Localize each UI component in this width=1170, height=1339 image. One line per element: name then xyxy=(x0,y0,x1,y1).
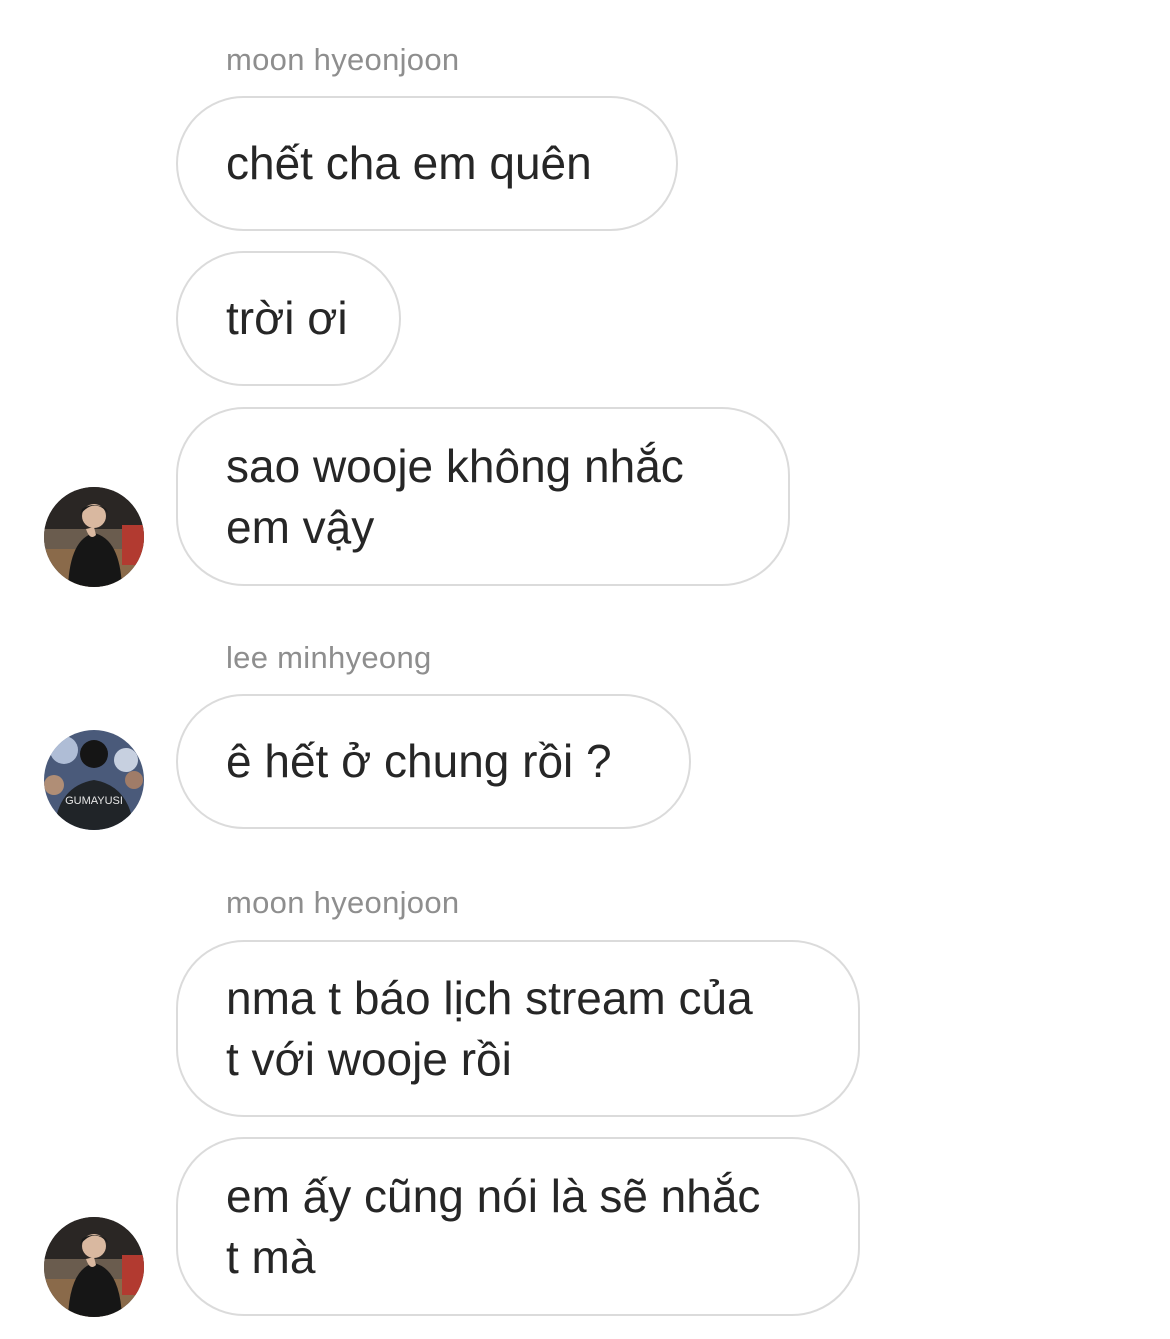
jersey-lettering: GUMAYUSI xyxy=(65,795,123,807)
message-bubble[interactable]: nma t báo lịch stream của t với wooje rồ… xyxy=(176,940,860,1117)
message-bubble[interactable]: em ấy cũng nói là sẽ nhắc t mà xyxy=(176,1137,860,1316)
message-bubble[interactable]: sao wooje không nhắc em vậy xyxy=(176,407,790,586)
message-text: chết cha em quên xyxy=(226,137,592,189)
message-line: t mà xyxy=(226,1230,316,1283)
message-line: t với wooje rồi xyxy=(226,1032,512,1085)
message-text: trời ơi xyxy=(226,292,348,344)
message-bubble[interactable]: ê hết ở chung rồi ? xyxy=(176,694,691,829)
message-line: em vậy xyxy=(226,500,375,553)
message-bubble[interactable]: trời ơi xyxy=(176,251,401,386)
message-line: em ấy cũng nói là sẽ nhắc xyxy=(226,1169,761,1222)
sender-name: moon hyeonjoon xyxy=(226,885,460,920)
sender-name: lee minhyeong xyxy=(226,640,432,675)
sender-name: moon hyeonjoon xyxy=(226,42,460,77)
avatar-moon-hyeonjoon[interactable] xyxy=(44,1217,144,1317)
message-line: sao wooje không nhắc xyxy=(226,439,684,492)
message-line: nma t báo lịch stream của xyxy=(226,971,753,1024)
message-bubble[interactable]: chết cha em quên xyxy=(176,96,678,231)
message-text: ê hết ở chung rồi ? xyxy=(226,735,612,787)
message-text: em ấy cũng nói là sẽ nhắc t mà xyxy=(226,1166,760,1288)
message-text: nma t báo lịch stream của t với wooje rồ… xyxy=(226,968,753,1090)
avatar-moon-hyeonjoon[interactable] xyxy=(44,487,144,587)
avatar-lee-minhyeong[interactable]: GUMAYUSI xyxy=(44,730,144,830)
message-text: sao wooje không nhắc em vậy xyxy=(226,436,684,558)
